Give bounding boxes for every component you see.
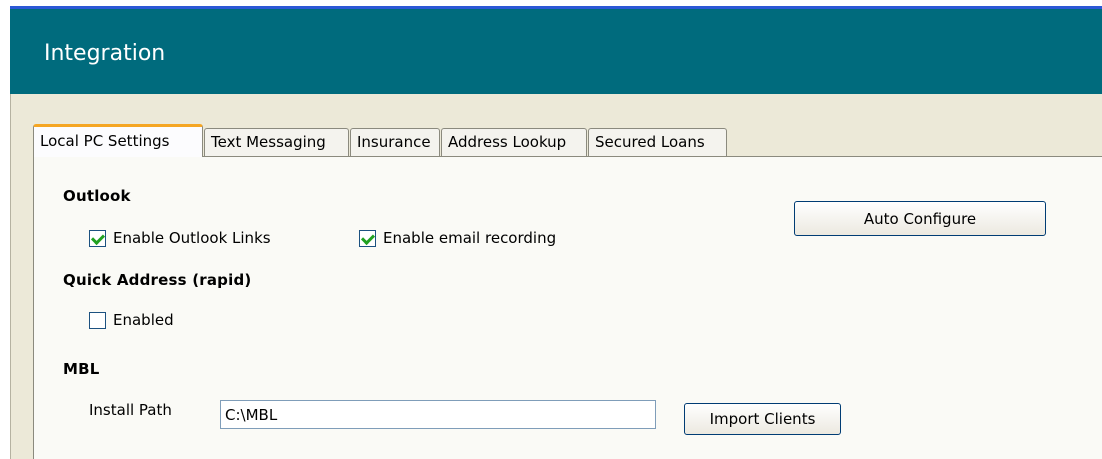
page-header: Integration: [10, 9, 1102, 94]
local-pc-settings-panel: Outlook Enable Outlook Links Enable emai…: [33, 156, 1102, 459]
page-title: Integration: [44, 41, 166, 66]
enable-outlook-links-label: Enable Outlook Links: [113, 229, 271, 247]
tab-text-messaging[interactable]: Text Messaging: [204, 128, 349, 156]
content-area: Local PC Settings Text Messaging Insuran…: [10, 94, 1102, 459]
mbl-heading: MBL: [63, 360, 100, 378]
tab-secured-loans[interactable]: Secured Loans: [588, 128, 727, 156]
quick-address-enabled-checkbox[interactable]: Enabled: [89, 310, 174, 330]
install-path-input[interactable]: [220, 400, 656, 429]
window-top-border: [0, 0, 1102, 9]
quick-address-heading: Quick Address (rapid): [63, 271, 252, 289]
quick-address-enabled-check[interactable]: [89, 311, 106, 329]
enable-email-recording-check[interactable]: [359, 229, 376, 247]
tab-insurance[interactable]: Insurance: [350, 128, 440, 156]
quick-address-enabled-label: Enabled: [113, 311, 174, 329]
install-path-label: Install Path: [89, 401, 172, 419]
tab-local-pc-settings[interactable]: Local PC Settings: [33, 124, 203, 157]
enable-outlook-links-check[interactable]: [89, 229, 106, 247]
enable-outlook-links-checkbox[interactable]: Enable Outlook Links: [89, 228, 271, 248]
enable-email-recording-checkbox[interactable]: Enable email recording: [359, 228, 556, 248]
enable-email-recording-label: Enable email recording: [383, 229, 557, 247]
outlook-heading: Outlook: [63, 187, 131, 205]
tab-address-lookup[interactable]: Address Lookup: [441, 128, 587, 156]
auto-configure-button[interactable]: Auto Configure: [794, 201, 1046, 236]
import-clients-button[interactable]: Import Clients: [684, 403, 841, 435]
